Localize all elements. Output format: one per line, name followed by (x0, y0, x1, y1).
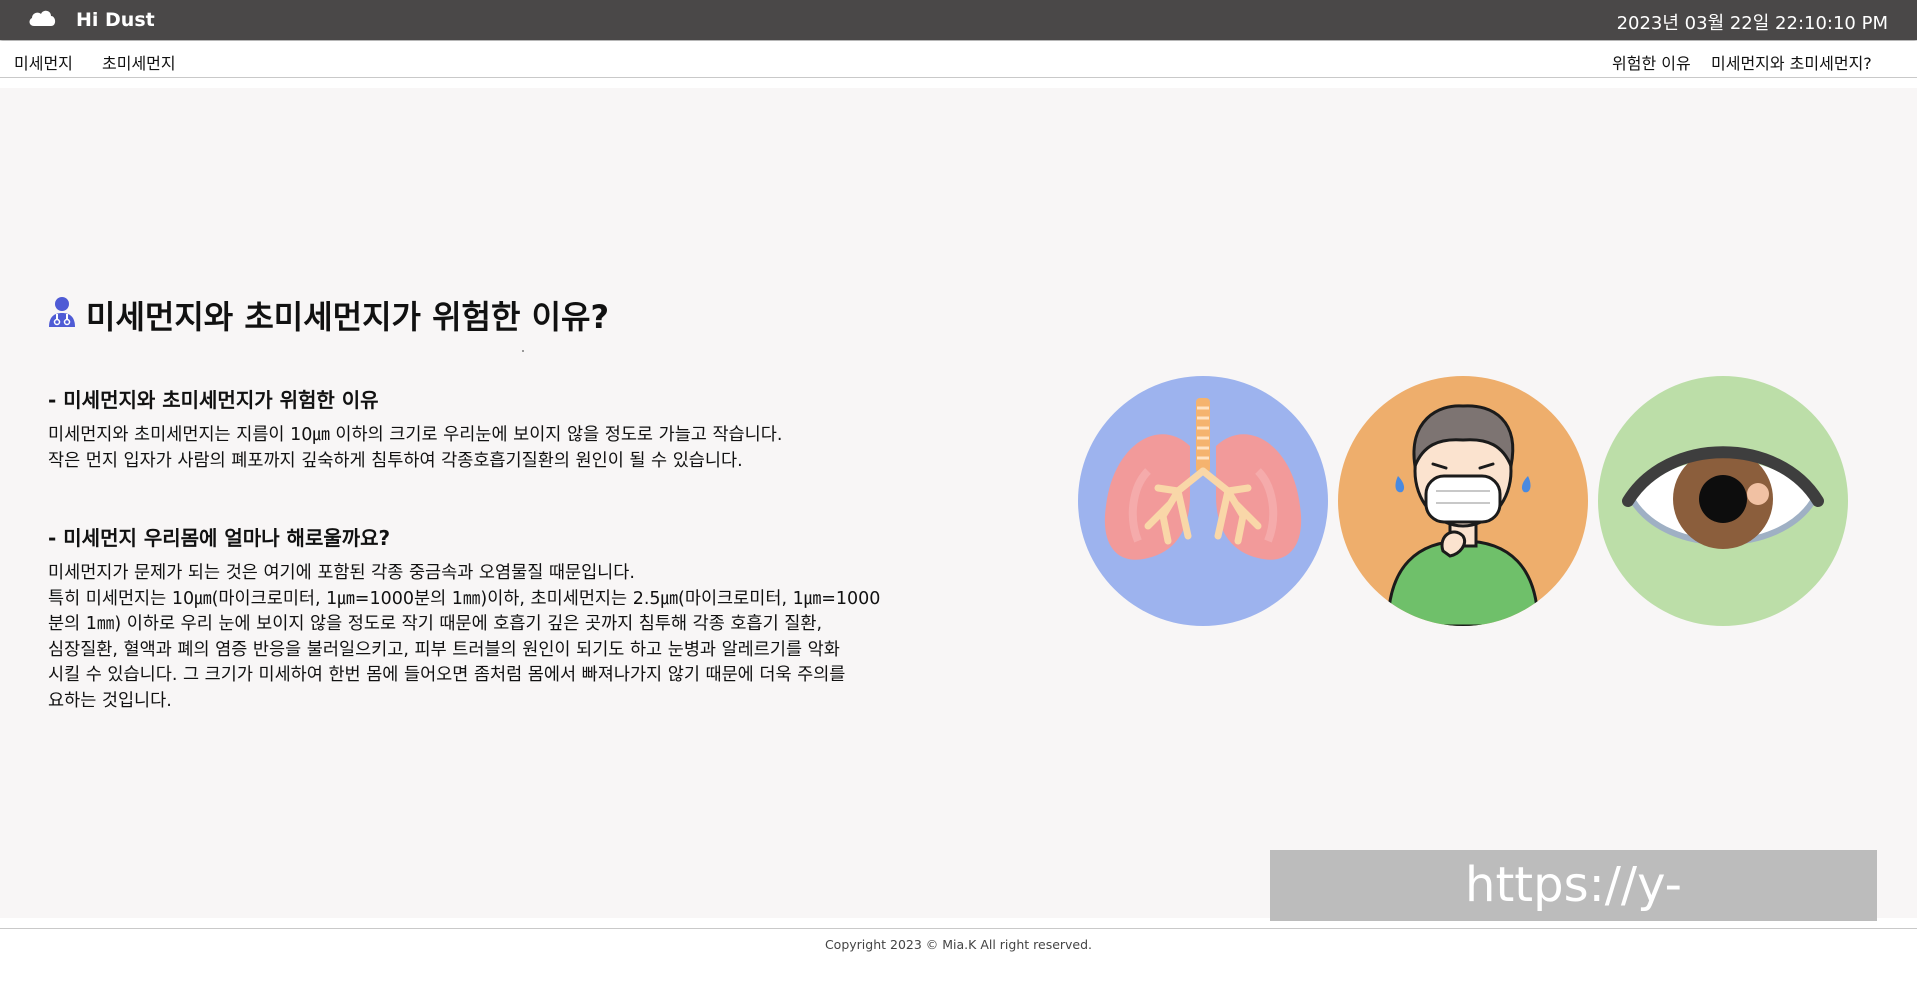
nav-item-why-dangerous[interactable]: 위험한 이유 (1612, 50, 1691, 74)
main-content: 미세먼지와 초미세먼지가 위험한 이유? - 미세먼지와 초미세먼지가 위험한 … (0, 88, 1917, 984)
nav-item-fine-dust[interactable]: 미세먼지 (14, 50, 73, 74)
app-brand[interactable]: Hi Dust (76, 9, 155, 31)
top-app-bar: Hi Dust 2023년 03월 22일 22:10:10 PM (0, 0, 1917, 40)
section-why-dangerous: - 미세먼지와 초미세먼지가 위험한 이유 미세먼지와 초미세먼지는 지름이 1… (48, 384, 1008, 474)
watermark-url: https://y-seon97.tistory.com (1270, 850, 1877, 984)
section-text-line: 심장질환, 혈액과 폐의 염증 반응을 불러일으키고, 피부 트러블의 원인이 … (48, 639, 840, 660)
doctor-icon (49, 297, 75, 327)
nav-bar: 미세먼지 초미세먼지 위험한 이유 미세먼지와 초미세먼지? (0, 41, 1917, 78)
masked-person-icon (1338, 376, 1588, 626)
section-text-line: 시킬 수 있습니다. 그 크기가 미세하여 한번 몸에 들어오면 좀처럼 몸에서… (48, 665, 846, 685)
cloud-icon[interactable] (26, 6, 58, 30)
section-text-line: 요하는 것입니다. (48, 690, 172, 711)
nav-item-ultrafine-dust[interactable]: 초미세먼지 (102, 50, 176, 74)
current-datetime: 2023년 03월 22일 22:10:10 PM (1616, 13, 1888, 34)
lungs-icon (1078, 376, 1328, 626)
copyright-text: Copyright 2023 © Mia.K All right reserve… (824, 937, 1093, 952)
section-text-line: 특히 미세먼지는 10㎛(마이크로미터, 1㎛=1000분의 1㎜)이하, 초미… (48, 588, 881, 609)
divider-dot (522, 350, 524, 352)
footer: Copyright 2023 © Mia.K All right reserve… (0, 928, 1917, 963)
section-text-line: 작은 먼지 입자가 사람의 폐포까지 깊숙하게 침투하여 각종호흡기질환의 원인… (48, 450, 743, 471)
section-heading: - 미세먼지와 초미세먼지가 위험한 이유 (48, 388, 379, 412)
section-text-line: 분의 1㎜) 이하로 우리 눈에 보이지 않을 정도로 작기 때문에 호흡기 깊… (48, 614, 823, 634)
nav-item-what-is-dust[interactable]: 미세먼지와 초미세먼지? (1711, 50, 1872, 74)
page-title: 미세먼지와 초미세먼지가 위험한 이유? (86, 298, 610, 336)
section-heading: - 미세먼지 우리몸에 얼마나 해로울까요? (48, 526, 391, 550)
eye-icon (1598, 376, 1848, 626)
section-text-line: 미세먼지가 문제가 되는 것은 여기에 포함된 각종 중금속과 오염물질 때문입… (48, 563, 635, 583)
section-how-harmful: - 미세먼지 우리몸에 얼마나 해로울까요? 미세먼지가 문제가 되는 것은 여… (48, 522, 1008, 714)
section-text-line: 미세먼지와 초미세먼지는 지름이 10㎛ 이하의 크기로 우리눈에 보이지 않을… (48, 425, 783, 445)
